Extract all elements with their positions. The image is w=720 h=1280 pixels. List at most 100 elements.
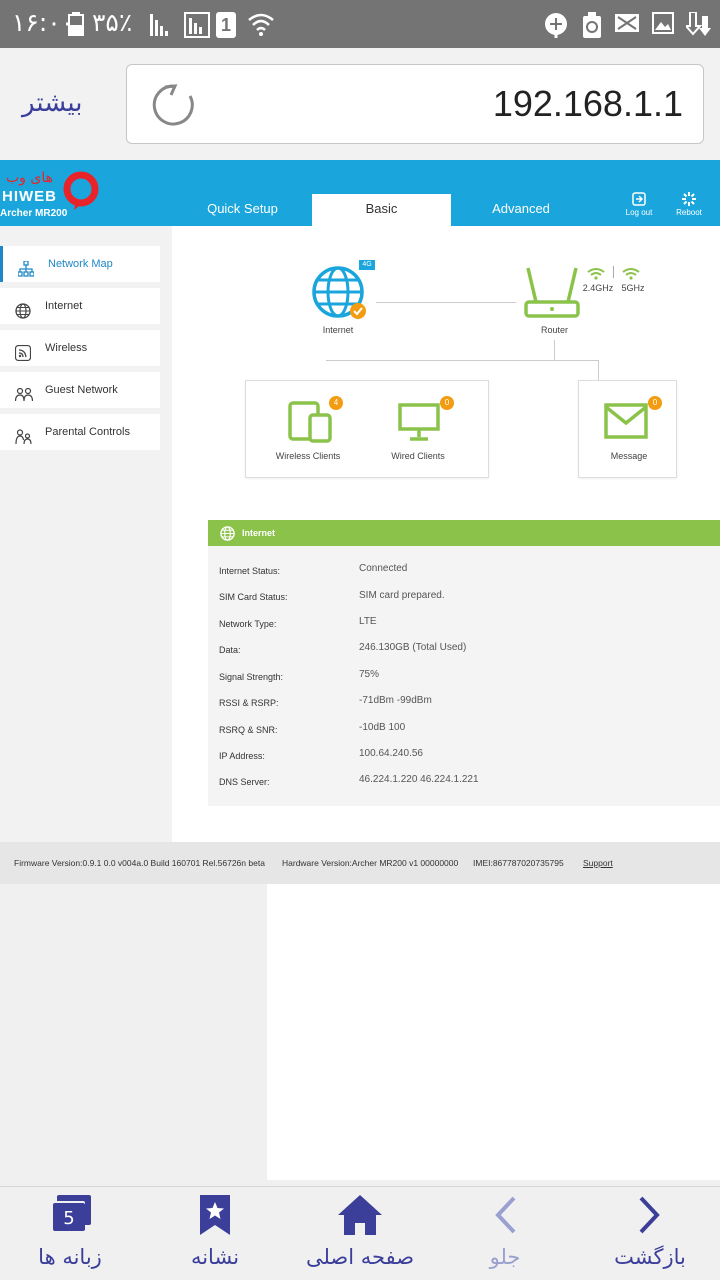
reboot-label: Reboot: [676, 208, 702, 217]
wireless-icon: [14, 340, 32, 376]
logo-brand-text: HIWEB: [2, 188, 57, 205]
clock: ۱۶:۰۰: [12, 8, 75, 37]
battery-percent: ۳۵٪: [92, 8, 133, 37]
main-content: 4G Internet Router 2.4GHz 5GHz 4 Wireles…: [172, 226, 720, 842]
row-value: Connected: [359, 563, 408, 574]
message-label: Message: [610, 451, 648, 461]
band-divider: [613, 266, 614, 278]
clients-card: 4 Wireless Clients 0 Wired Clients: [245, 380, 489, 478]
logout-icon: [632, 192, 646, 206]
bookmark-icon: [200, 1195, 230, 1235]
row-value: 100.64.240.56: [359, 748, 423, 759]
wireless-clients-label: Wireless Clients: [275, 451, 341, 461]
router-icon: [524, 267, 580, 318]
row-key: DNS Server:: [219, 777, 270, 787]
row-key: Network Type:: [219, 619, 277, 629]
globe-icon: [15, 298, 31, 334]
row-key: Data:: [219, 645, 241, 655]
back-label: بازگشت: [614, 1245, 686, 1269]
band-24-label: 2.4GHz: [582, 283, 614, 293]
bookmark-button[interactable]: نشانه: [180, 1195, 250, 1269]
band-5-label: 5GHz: [621, 283, 645, 293]
row-key: RSSI & RSRP:: [219, 698, 279, 708]
tabs-label: زبانه ها: [38, 1245, 102, 1269]
internet-panel-title: Internet: [242, 528, 276, 538]
chat-plus-icon: [544, 12, 568, 42]
back-button[interactable]: بازگشت: [605, 1195, 695, 1269]
tabs-icon: 5: [51, 1195, 91, 1231]
tab-advanced[interactable]: Advanced: [470, 194, 572, 226]
router-node[interactable]: [522, 266, 582, 326]
page-blank-area: [267, 884, 720, 1180]
browser-bottom-nav: 5 زبانه ها نشانه صفحه اصلی جلو بازگشت: [0, 1186, 720, 1280]
signal-icon: [150, 12, 174, 40]
forward-label: جلو: [489, 1245, 521, 1269]
logout-button[interactable]: Log out: [617, 192, 661, 217]
wireless-clients-button[interactable]: [288, 401, 334, 447]
reboot-button[interactable]: Reboot: [667, 192, 711, 217]
support-link[interactable]: Support: [583, 858, 613, 868]
row-key: Internet Status:: [219, 566, 281, 576]
tabs-button[interactable]: 5 زبانه ها: [30, 1195, 110, 1269]
internet-node-label: Internet: [322, 325, 354, 335]
row-value: LTE: [359, 616, 377, 627]
tab-basic[interactable]: Basic: [312, 194, 451, 226]
row-key: Signal Strength:: [219, 672, 284, 682]
row-value: -10dB 100: [359, 722, 406, 733]
parental-icon: [15, 424, 33, 460]
guests-icon: [14, 382, 34, 418]
page-blank-area: [0, 884, 267, 1180]
sidebar-item-wireless[interactable]: Wireless: [0, 330, 160, 366]
sidebar-item-label: Parental Controls: [45, 426, 130, 438]
logo-persian-text: های وب: [6, 170, 53, 186]
wifi-icon: [248, 12, 274, 40]
reboot-icon: [682, 192, 696, 206]
tree-line: [598, 360, 599, 380]
address-bar[interactable]: 192.168.1.1: [126, 64, 704, 144]
row-key: RSRQ & SNR:: [219, 725, 278, 735]
lte-badge: 4G: [359, 260, 375, 270]
router-model: Archer MR200: [0, 208, 68, 219]
hiweb-logo: های وب HIWEB Archer MR200: [0, 168, 100, 220]
sidebar-item-network-map[interactable]: Network Map: [0, 246, 160, 282]
chevron-right-icon: [639, 1196, 660, 1234]
sidebar-item-label: Wireless: [45, 342, 88, 354]
forward-button[interactable]: جلو: [475, 1195, 535, 1269]
wired-clients-label: Wired Clients: [391, 451, 445, 461]
router-footer: Firmware Version:0.9.1 0.0 v004a.0 Build…: [0, 842, 720, 884]
image-icon: [652, 12, 674, 38]
tabs-count: 5: [63, 1208, 74, 1229]
message-button[interactable]: [604, 403, 648, 443]
more-button[interactable]: بیشتر: [22, 88, 82, 118]
row-value: SIM card prepared.: [359, 590, 445, 601]
bookmark-label: نشانه: [190, 1245, 240, 1269]
hardware-version: Hardware Version:Archer MR200 v1 0000000…: [282, 858, 459, 868]
tab-quick-setup[interactable]: Quick Setup: [190, 194, 295, 226]
internet-panel-header: Internet: [208, 520, 720, 546]
row-value: 46.224.1.220 46.224.1.221: [359, 774, 479, 785]
globe-icon: [220, 525, 235, 551]
monitor-icon: [398, 403, 440, 441]
row-value: 246.130GB (Total Used): [359, 642, 467, 653]
sidebar: Network Map Internet Wireless Guest Netw…: [0, 226, 172, 842]
message-count: 0: [648, 396, 662, 410]
row-key: IP Address:: [219, 751, 265, 761]
reload-icon[interactable]: [151, 83, 195, 131]
sidebar-item-internet[interactable]: Internet: [0, 288, 160, 324]
wired-clients-count: 0: [440, 396, 454, 410]
router-node-label: Router: [540, 325, 568, 335]
sidebar-item-label: Network Map: [48, 258, 113, 270]
home-button[interactable]: صفحه اصلی: [300, 1195, 420, 1269]
wired-clients-button[interactable]: [398, 403, 440, 445]
status-bar: ۱۶:۰۰ ۳۵٪ 1: [0, 0, 720, 48]
globe-node-icon: [312, 266, 366, 319]
battery-icon: [68, 12, 84, 40]
message-card[interactable]: 0 Message: [578, 380, 677, 478]
sidebar-item-parental-controls[interactable]: Parental Controls: [0, 414, 160, 450]
sidebar-item-guest-network[interactable]: Guest Network: [0, 372, 160, 408]
chevron-left-icon: [495, 1196, 516, 1234]
internet-node[interactable]: [312, 266, 368, 326]
tablet-phone-icon: [288, 401, 332, 443]
link-line: [376, 302, 516, 303]
imei: IMEI:867787020735795: [473, 858, 564, 868]
